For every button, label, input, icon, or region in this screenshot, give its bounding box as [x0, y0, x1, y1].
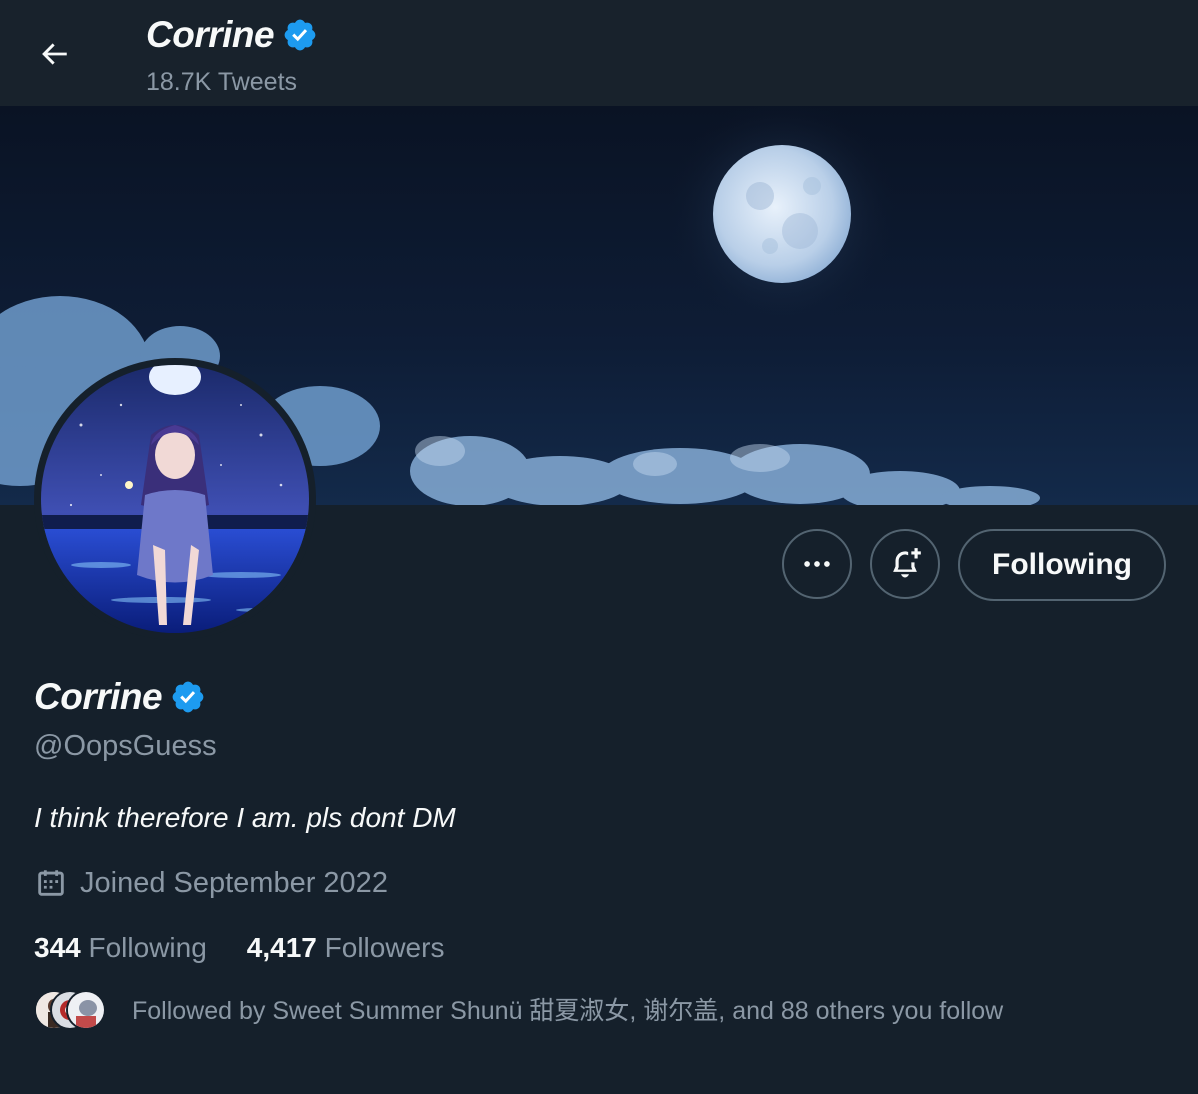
profile-avatar[interactable] — [34, 358, 316, 640]
following-count-link[interactable]: 344 Following — [34, 932, 207, 964]
calendar-icon — [38, 870, 64, 896]
more-options-button[interactable] — [782, 529, 852, 599]
header-title: Corrine — [146, 14, 318, 56]
profile-stats: 344 Following 4,417 Followers — [34, 932, 444, 964]
followed-by-text: Followed by Sweet Summer Shunü 甜夏淑女, 谢尔盖… — [132, 997, 1004, 1025]
notifications-button[interactable] — [870, 529, 940, 599]
following-count: 344 — [34, 932, 81, 963]
profile-header-bar: Corrine 18.7K Tweets — [0, 0, 1198, 106]
header-name: Corrine — [146, 14, 275, 55]
verified-badge-icon[interactable] — [170, 679, 206, 715]
followers-you-know-avatars — [34, 990, 106, 1030]
join-date: Joined September 2022 — [34, 866, 388, 900]
avatar-image — [41, 365, 309, 633]
followers-label: Followers — [324, 932, 445, 963]
profile-handle: @OopsGuess — [34, 730, 217, 762]
back-arrow-icon — [42, 43, 67, 65]
followers-count: 4,417 — [246, 932, 317, 963]
more-icon — [804, 561, 830, 567]
bell-plus-icon — [893, 548, 921, 578]
mini-avatar — [66, 990, 106, 1030]
following-button[interactable]: Following — [958, 529, 1166, 601]
profile-bio: I think therefore I am. pls dont DM — [34, 802, 456, 833]
verified-badge-icon — [284, 19, 316, 51]
join-date-text: Joined September 2022 — [80, 866, 388, 899]
display-name: Corrine — [34, 676, 163, 717]
following-label: Following — [88, 932, 207, 963]
tweet-count: 18.7K Tweets — [146, 68, 298, 96]
back-button[interactable] — [30, 30, 78, 78]
profile-name: Corrine — [34, 676, 206, 718]
followers-count-link[interactable]: 4,417 Followers — [247, 932, 445, 964]
followed-by-link[interactable]: Followed by Sweet Summer Shunü 甜夏淑女, 谢尔盖… — [34, 990, 1004, 1030]
